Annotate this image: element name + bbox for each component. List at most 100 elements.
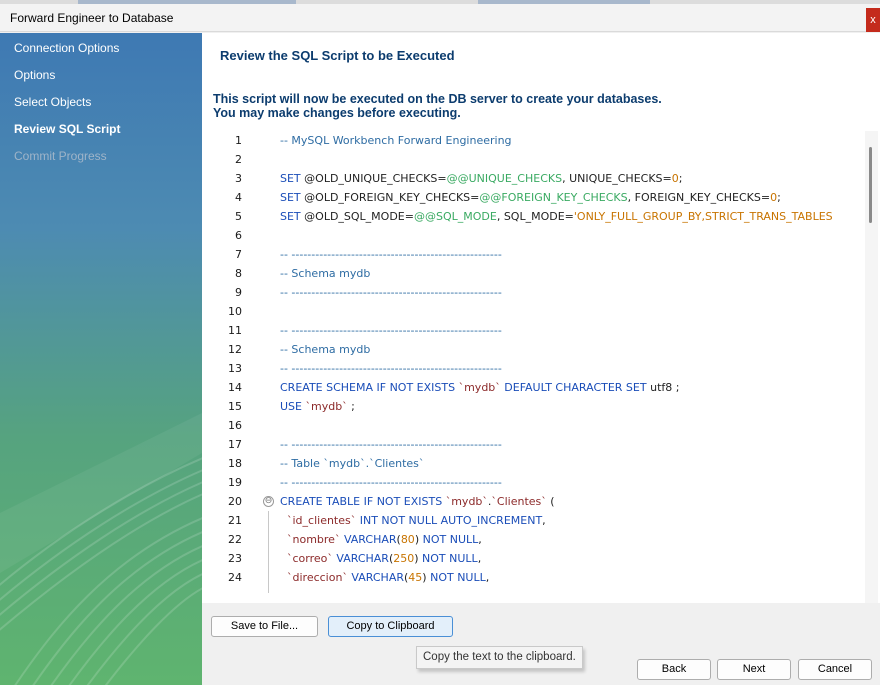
code-token: VARCHAR [340,533,397,546]
code-token: utf8 ; [650,381,680,394]
code-token: CREATE TABLE IF NOT EXISTS [280,495,446,508]
code-token: @@FOREIGN_KEY_CHECKS [479,191,628,204]
code-line: 8 -- Schema mydb [211,264,864,283]
fold-guide [268,511,269,593]
code-token: @OLD_SQL_MODE [304,210,405,223]
line-number: 3 [235,172,242,185]
save-to-file-button[interactable]: Save to File... [211,616,318,637]
line-number: 8 [235,267,242,280]
code-token: , [477,552,482,565]
description-line: This script will now be executed on the … [213,92,662,106]
code-line: 10 [211,302,864,321]
code-token: -- -------------------------------------… [280,438,502,451]
line-number: 13 [228,362,242,375]
code-text: `id_clientes` INT NOT NULL AUTO_INCREMEN… [280,511,546,530]
line-number: 11 [228,324,242,337]
code-token: , [542,514,546,527]
code-line: 3 SET @OLD_UNIQUE_CHECKS=@@UNIQUE_CHECKS,… [211,169,864,188]
code-token: `id_clientes` [280,514,357,527]
code-text: -- -------------------------------------… [280,321,502,340]
line-number: 20 [228,495,242,508]
sidebar-step-options: Options [14,68,56,82]
sidebar-step-commit-progress: Commit Progress [14,149,107,163]
editor-vertical-scrollbar[interactable] [865,131,878,606]
code-text: CREATE SCHEMA IF NOT EXISTS `mydb` DEFAU… [280,378,679,397]
code-token: `Clientes` [491,495,547,508]
code-token: NOT NULL [422,533,479,546]
line-number: 4 [235,191,242,204]
code-token: NOT NULL [422,552,478,565]
code-token: ; [347,400,355,413]
code-token: ( [546,495,555,508]
line-number: 14 [228,381,242,394]
code-text: SET @OLD_SQL_MODE=@@SQL_MODE, SQL_MODE='… [280,207,833,226]
code-token: VARCHAR [332,552,389,565]
line-number: 17 [228,438,242,451]
window-title: Forward Engineer to Database [10,11,174,25]
code-line: 2 [211,150,864,169]
line-number: 9 [235,286,242,299]
code-token: 'ONLY_FULL_GROUP_BY,STRICT_TRANS_TABLES [573,210,833,223]
code-token: ; [777,191,781,204]
code-text: -- -------------------------------------… [280,473,502,492]
code-token: , SQL_MODE= [496,210,574,223]
line-number: 24 [228,571,242,584]
back-button[interactable]: Back [637,659,711,680]
line-number: 15 [228,400,242,413]
code-token: = [404,210,414,223]
code-token: , FOREIGN_KEY_CHECKS= [627,191,771,204]
fold-toggle-icon[interactable]: ⊖ [263,496,274,507]
close-icon[interactable]: x [866,8,880,32]
line-number: 7 [235,248,242,261]
code-token: NOT NULL [430,571,486,584]
code-token: @OLD_FOREIGN_KEY_CHECKS [304,191,471,204]
code-token: -- Schema mydb [280,267,371,280]
line-number: 19 [228,476,242,489]
code-token: -- -------------------------------------… [280,324,502,337]
code-token: `mydb` [305,400,348,413]
code-text: -- -------------------------------------… [280,435,502,454]
sidebar-step-select-objects: Select Objects [14,95,92,109]
code-text: USE `mydb` ; [280,397,355,416]
code-token: `nombre` [280,533,341,546]
scrollbar-thumb[interactable] [869,147,872,223]
sql-script-editor[interactable]: 1 -- MySQL Workbench Forward Engineering 2… [211,131,864,606]
code-text: -- MySQL Workbench Forward Engineering [280,131,512,150]
code-line: 19 -- -----------------------------------… [211,473,864,492]
code-token: `mydb` [445,495,488,508]
tooltip: Copy the text to the clipboard. [416,646,583,669]
code-text: `direccion` VARCHAR(45) NOT NULL, [280,568,489,587]
code-line: 15 USE `mydb` ; [211,397,864,416]
code-token: SET [280,172,305,185]
code-line: 17 -- -----------------------------------… [211,435,864,454]
next-button[interactable]: Next [717,659,791,680]
line-number: 21 [228,514,242,527]
code-token: 80 [400,533,415,546]
code-token: 250 [393,552,415,565]
code-token: `direccion` [280,571,348,584]
code-text: SET @OLD_UNIQUE_CHECKS=@@UNIQUE_CHECKS, … [280,169,682,188]
code-text: -- Schema mydb [280,340,370,359]
code-text: -- -------------------------------------… [280,245,502,264]
code-line: 14 CREATE SCHEMA IF NOT EXISTS `mydb` DEF… [211,378,864,397]
cancel-button[interactable]: Cancel [798,659,872,680]
code-token: SET [280,210,305,223]
page-title: Review the SQL Script to be Executed [220,48,455,63]
code-line: 24 `direccion` VARCHAR(45) NOT NULL, [211,568,864,587]
line-number: 6 [235,229,242,242]
code-token: @@SQL_MODE [413,210,497,223]
code-token: -- Schema mydb [280,343,371,356]
code-token: VARCHAR [347,571,404,584]
code-token: SET [280,191,305,204]
line-number: 22 [228,533,242,546]
code-token: ) [414,533,423,546]
copy-to-clipboard-button[interactable]: Copy to Clipboard [328,616,453,637]
code-text: SET @OLD_FOREIGN_KEY_CHECKS=@@FOREIGN_KE… [280,188,781,207]
code-token: , [478,533,482,546]
wizard-content: Review the SQL Script to be Executed Thi… [202,33,880,685]
code-text: -- Schema mydb [280,264,370,283]
sidebar-step-connection-options: Connection Options [14,41,120,55]
code-token: ; [678,172,683,185]
page-description: This script will now be executed on the … [213,92,662,120]
code-token: 45 [408,571,423,584]
